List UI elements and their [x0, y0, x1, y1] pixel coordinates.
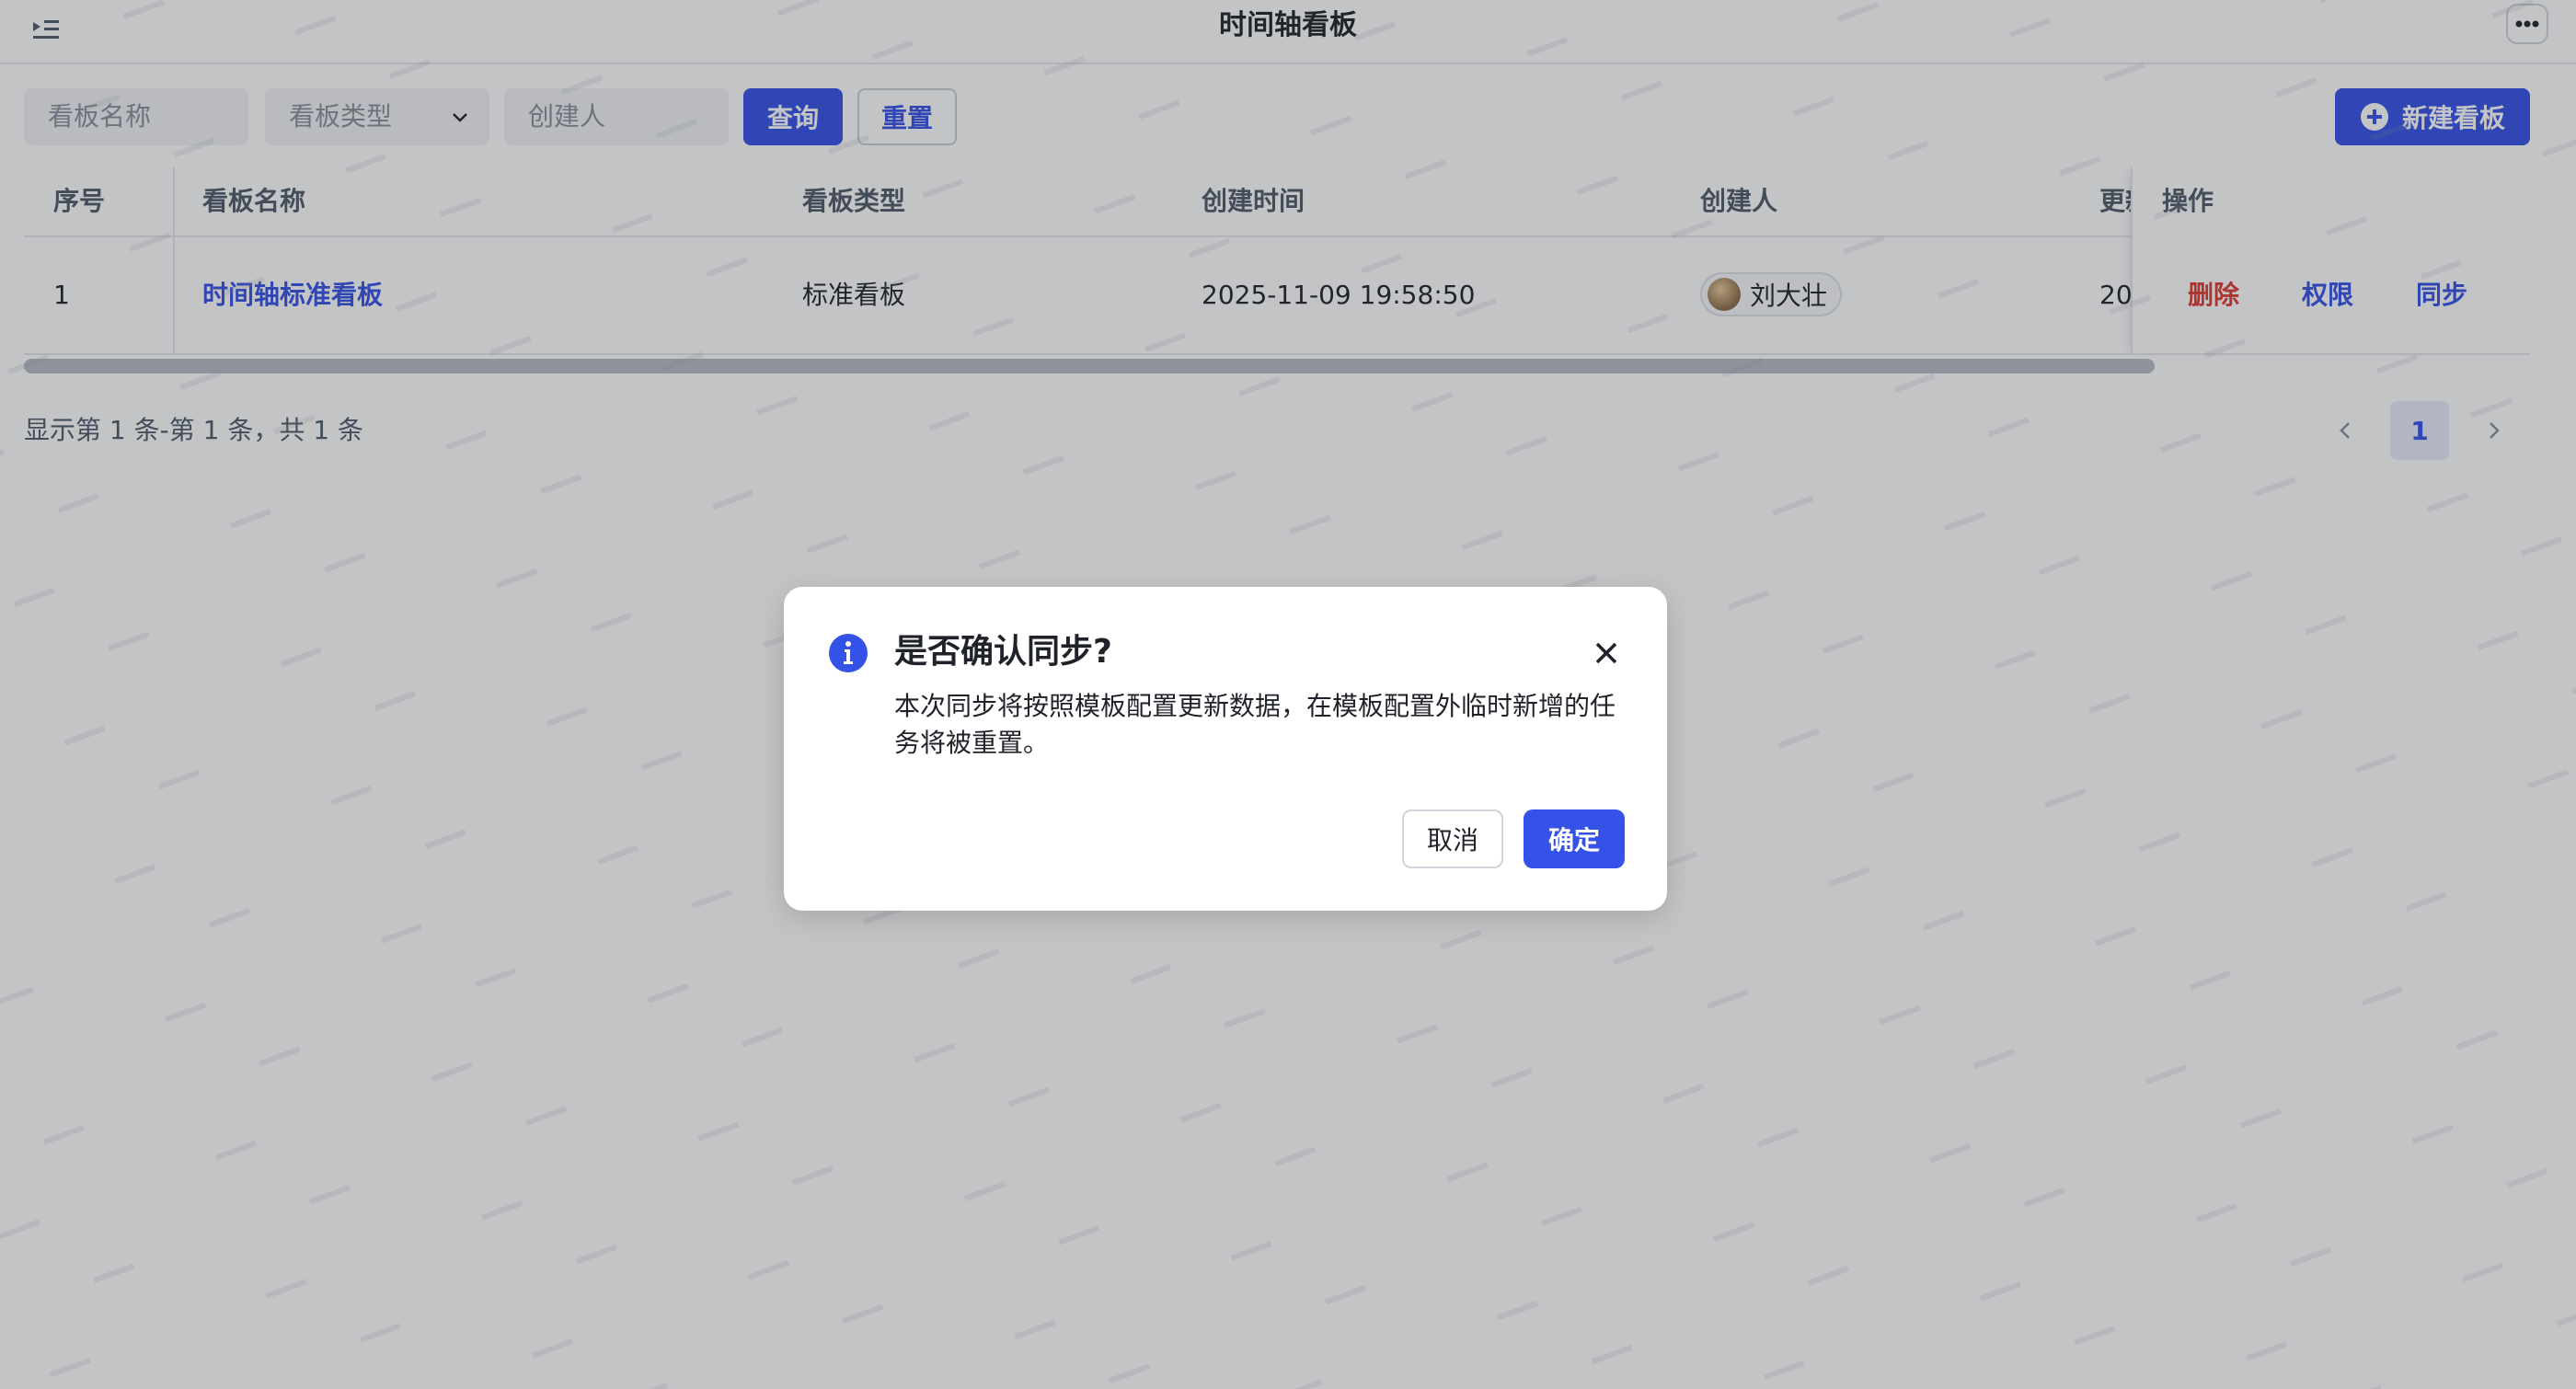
- dialog-title: 是否确认同步?: [894, 633, 1112, 671]
- board-list-page: 时间轴看板 看板名称 看板类型 创建人 查询 重置 新建看板 序号 看板名称 看…: [0, 0, 2576, 1389]
- sync-confirm-dialog: 是否确认同步? 本次同步将按照模板配置更新数据，在模板配置外临时新增的任务将被重…: [784, 587, 1667, 911]
- confirm-button[interactable]: 确定: [1524, 809, 1625, 868]
- dialog-message: 本次同步将按照模板配置更新数据，在模板配置外临时新增的任务将被重置。: [894, 691, 1616, 758]
- cancel-button[interactable]: 取消: [1402, 809, 1503, 868]
- info-icon: [829, 634, 868, 672]
- close-icon[interactable]: [1592, 638, 1621, 668]
